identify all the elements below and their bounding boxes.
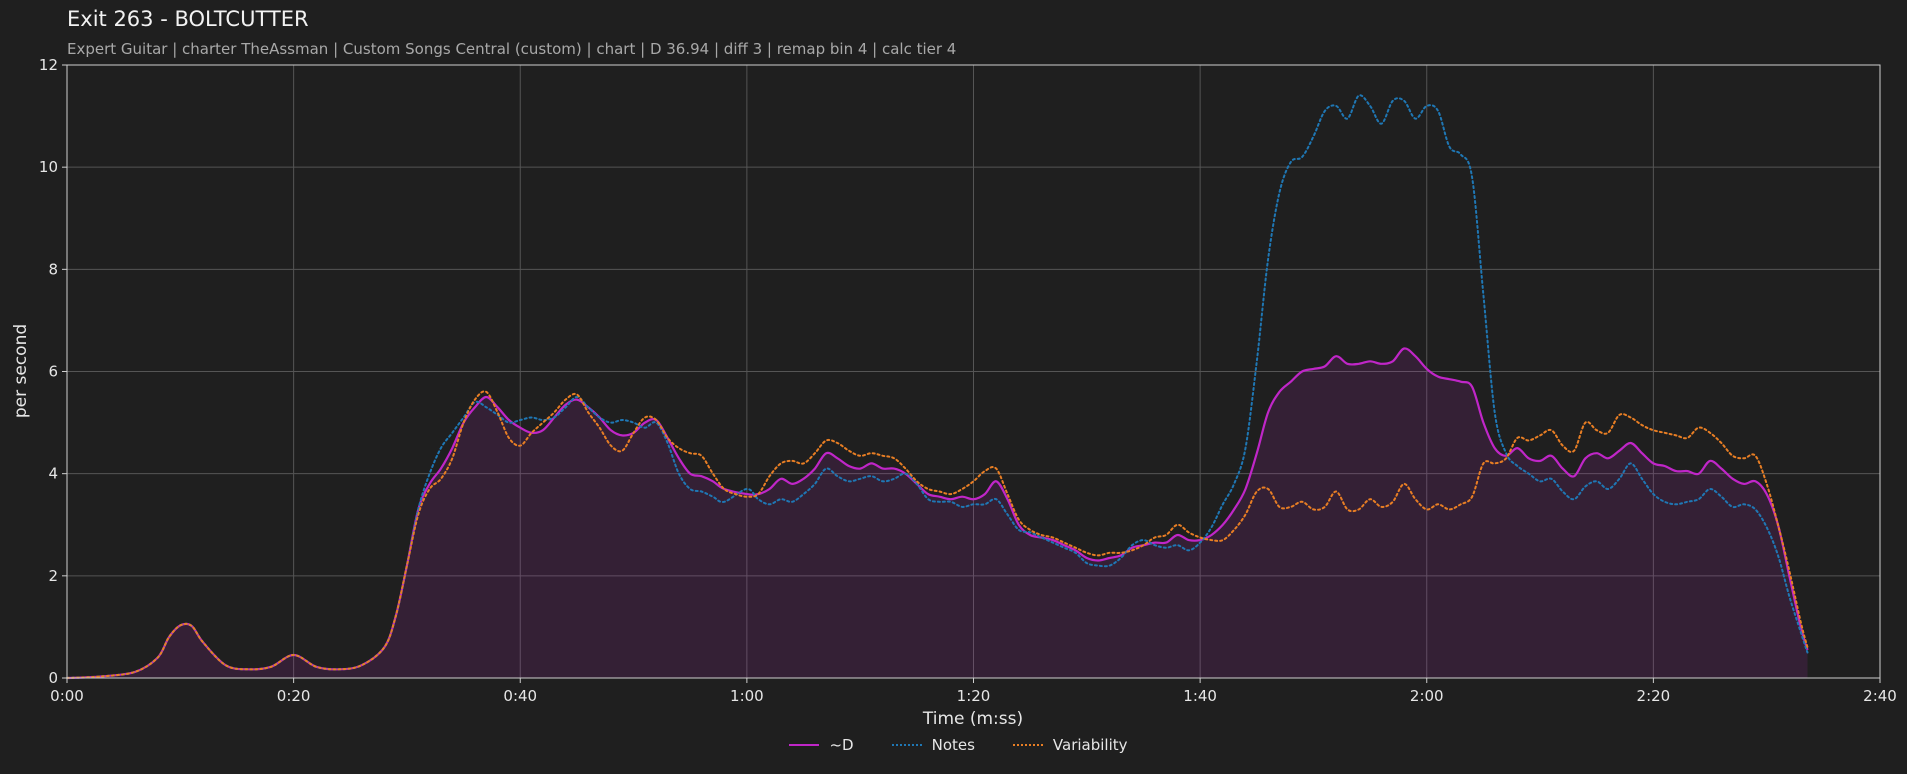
- legend-item-d: ~D: [779, 736, 854, 754]
- legend-item-notes: Notes: [882, 736, 975, 754]
- y-tick-label: 2: [48, 567, 58, 585]
- y-tick-label: 0: [48, 669, 58, 687]
- legend: ~D Notes Variability: [0, 736, 1907, 754]
- y-tick-label: 12: [39, 56, 58, 74]
- legend-label: ~D: [829, 736, 854, 754]
- y-tick-label: 6: [48, 363, 58, 381]
- x-axis-ticks: 0:00 0:20 0:40 1:00 1:20 1:40 2:00 2:20 2:40: [50, 678, 1897, 705]
- y-tick-label: 8: [48, 260, 58, 278]
- legend-swatch: [1012, 744, 1043, 746]
- x-tick-label: 0:40: [503, 687, 537, 705]
- legend-label: Variability: [1052, 736, 1128, 754]
- x-tick-label: 0:20: [277, 687, 311, 705]
- y-tick-label: 4: [48, 465, 58, 483]
- y-tick-label: 10: [39, 158, 58, 176]
- legend-swatch: [891, 744, 922, 746]
- x-tick-label: 1:00: [730, 687, 764, 705]
- x-tick-label: 2:00: [1410, 687, 1444, 705]
- legend-item-variability: Variability: [1003, 736, 1128, 754]
- y-axis-label: per second: [11, 324, 31, 418]
- legend-swatch: [789, 744, 820, 746]
- x-tick-label: 1:40: [1183, 687, 1217, 705]
- x-tick-label: 2:20: [1637, 687, 1671, 705]
- y-axis-ticks: 0 2 4 6 8 10 12: [39, 56, 67, 687]
- x-tick-label: 2:40: [1863, 687, 1897, 705]
- chart-plot: 0:00 0:20 0:40 1:00 1:20 1:40 2:00 2:20 2:40 0 2 4…: [11, 56, 1897, 729]
- x-tick-label: 1:20: [957, 687, 991, 705]
- legend-label: Notes: [931, 736, 975, 754]
- x-tick-label: 0:00: [50, 687, 84, 705]
- x-axis-label: Time (m:ss): [922, 709, 1023, 729]
